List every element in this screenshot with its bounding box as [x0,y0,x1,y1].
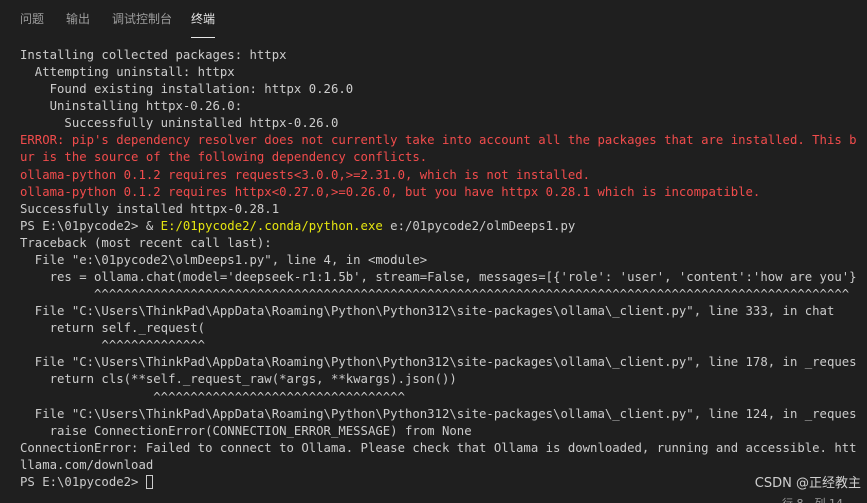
terminal-line: File "C:\Users\ThinkPad\AppData\Roaming\… [20,406,856,423]
terminal-line: llama.com/download [20,457,856,474]
terminal-line-text: File "C:\Users\ThinkPad\AppData\Roaming\… [20,406,856,421]
tab-output[interactable]: 输出 [66,11,90,29]
terminal-line-text: File "e:\01pycode2\olmDeeps1.py", line 4… [20,252,428,267]
terminal-line-text: Successfully uninstalled httpx-0.26.0 [20,116,339,131]
terminal-line: res = ollama.chat(model='deepseek-r1:1.5… [20,269,856,286]
terminal-prompt-line[interactable]: PS E:\01pycode2> [20,474,856,491]
terminal-line: PS E:\01pycode2> & E:/01pycode2/.conda/p… [20,218,856,235]
terminal-prompt: PS E:\01pycode2> [20,474,146,489]
terminal-line: raise ConnectionError(CONNECTION_ERROR_M… [20,423,856,440]
terminal-line-text: Attempting uninstall: httpx [20,65,235,80]
terminal-line-text: llama.com/download [20,457,154,472]
terminal-line-text: raise ConnectionError(CONNECTION_ERROR_M… [20,423,472,438]
command-args: e:/01pycode2/olmDeeps1.py [382,218,576,233]
terminal-line-text: ^^^^^^^^^^^^^^^^^^^^^^^^^^^^^^^^^^^^^^^^… [20,287,850,302]
terminal-line: return self._request( [20,320,856,337]
terminal-line: Successfully uninstalled httpx-0.26.0 [20,115,856,132]
terminal-line-text: ollama-python 0.1.2 requires httpx<0.27.… [20,184,761,199]
terminal-line-text: return cls(**self._request_raw(*args, **… [20,372,457,387]
terminal-line: ur is the source of the following depend… [20,149,856,166]
terminal-line-text: Successfully installed httpx-0.28.1 [20,201,280,216]
terminal-line-text: ^^^^^^^^^^^^^^^^^^^^^^^^^^^^^^^^^^ [20,389,405,404]
terminal-line: ollama-python 0.1.2 requires httpx<0.27.… [20,184,856,201]
terminal-line: ^^^^^^^^^^^^^^^^^^^^^^^^^^^^^^^^^^ [20,389,856,406]
terminal-line-text: Traceback (most recent call last): [20,235,272,250]
terminal-line: Attempting uninstall: httpx [20,64,856,81]
tab-problems[interactable]: 问题 [20,11,44,29]
terminal-line-text: Found existing installation: httpx 0.26.… [20,82,354,97]
terminal-line-text: File "C:\Users\ThinkPad\AppData\Roaming\… [20,304,835,319]
terminal-line-text: ConnectionError: Failed to connect to Ol… [20,440,856,455]
terminal-cursor [145,474,153,489]
panel-tab-bar: 问题 输出 调试控制台 终端 [0,0,867,38]
terminal-line: Successfully installed httpx-0.28.1 [20,201,856,218]
terminal-line-text: PS E:\01pycode2> & [20,218,161,233]
terminal-line: File "C:\Users\ThinkPad\AppData\Roaming\… [20,303,856,320]
terminal-line: ^^^^^^^^^^^^^^^^^^^^^^^^^^^^^^^^^^^^^^^^… [20,286,856,303]
tab-terminal[interactable]: 终端 [191,11,216,38]
status-fragment: 行 8，列 14 [782,495,843,503]
terminal-output[interactable]: Installing collected packages: httpx Att… [20,47,856,493]
watermark: CSDN @正经教主 [754,476,861,491]
terminal-line: ConnectionError: Failed to connect to Ol… [20,440,856,457]
terminal-line: ^^^^^^^^^^^^^^ [20,337,856,354]
terminal-line: Uninstalling httpx-0.26.0: [20,98,856,115]
terminal-line-text: ERROR: pip's dependency resolver does no… [20,133,856,148]
terminal-line: ollama-python 0.1.2 requires requests<3.… [20,167,856,184]
terminal-line-text: Uninstalling httpx-0.26.0: [20,99,243,114]
terminal-line-text: ^^^^^^^^^^^^^^ [20,338,206,353]
tab-debug-console[interactable]: 调试控制台 [112,11,172,29]
terminal-line: Installing collected packages: httpx [20,47,856,64]
terminal-line-text: res = ollama.chat(model='deepseek-r1:1.5… [20,270,856,285]
terminal-line: return cls(**self._request_raw(*args, **… [20,371,856,388]
terminal-line-text: Installing collected packages: httpx [20,48,287,62]
terminal-line: File "e:\01pycode2\olmDeeps1.py", line 4… [20,252,856,269]
terminal-line: ERROR: pip's dependency resolver does no… [20,132,856,149]
terminal-line-text: ur is the source of the following depend… [20,150,428,165]
terminal-line-text: ollama-python 0.1.2 requires requests<3.… [20,167,591,182]
command-path: E:/01pycode2/.conda/python.exe [160,218,383,233]
terminal-line-text: return self._request( [20,321,206,336]
terminal-line: Traceback (most recent call last): [20,235,856,252]
terminal-line: File "C:\Users\ThinkPad\AppData\Roaming\… [20,354,856,371]
terminal-line-text: File "C:\Users\ThinkPad\AppData\Roaming\… [20,355,856,370]
terminal-line: Found existing installation: httpx 0.26.… [20,81,856,98]
